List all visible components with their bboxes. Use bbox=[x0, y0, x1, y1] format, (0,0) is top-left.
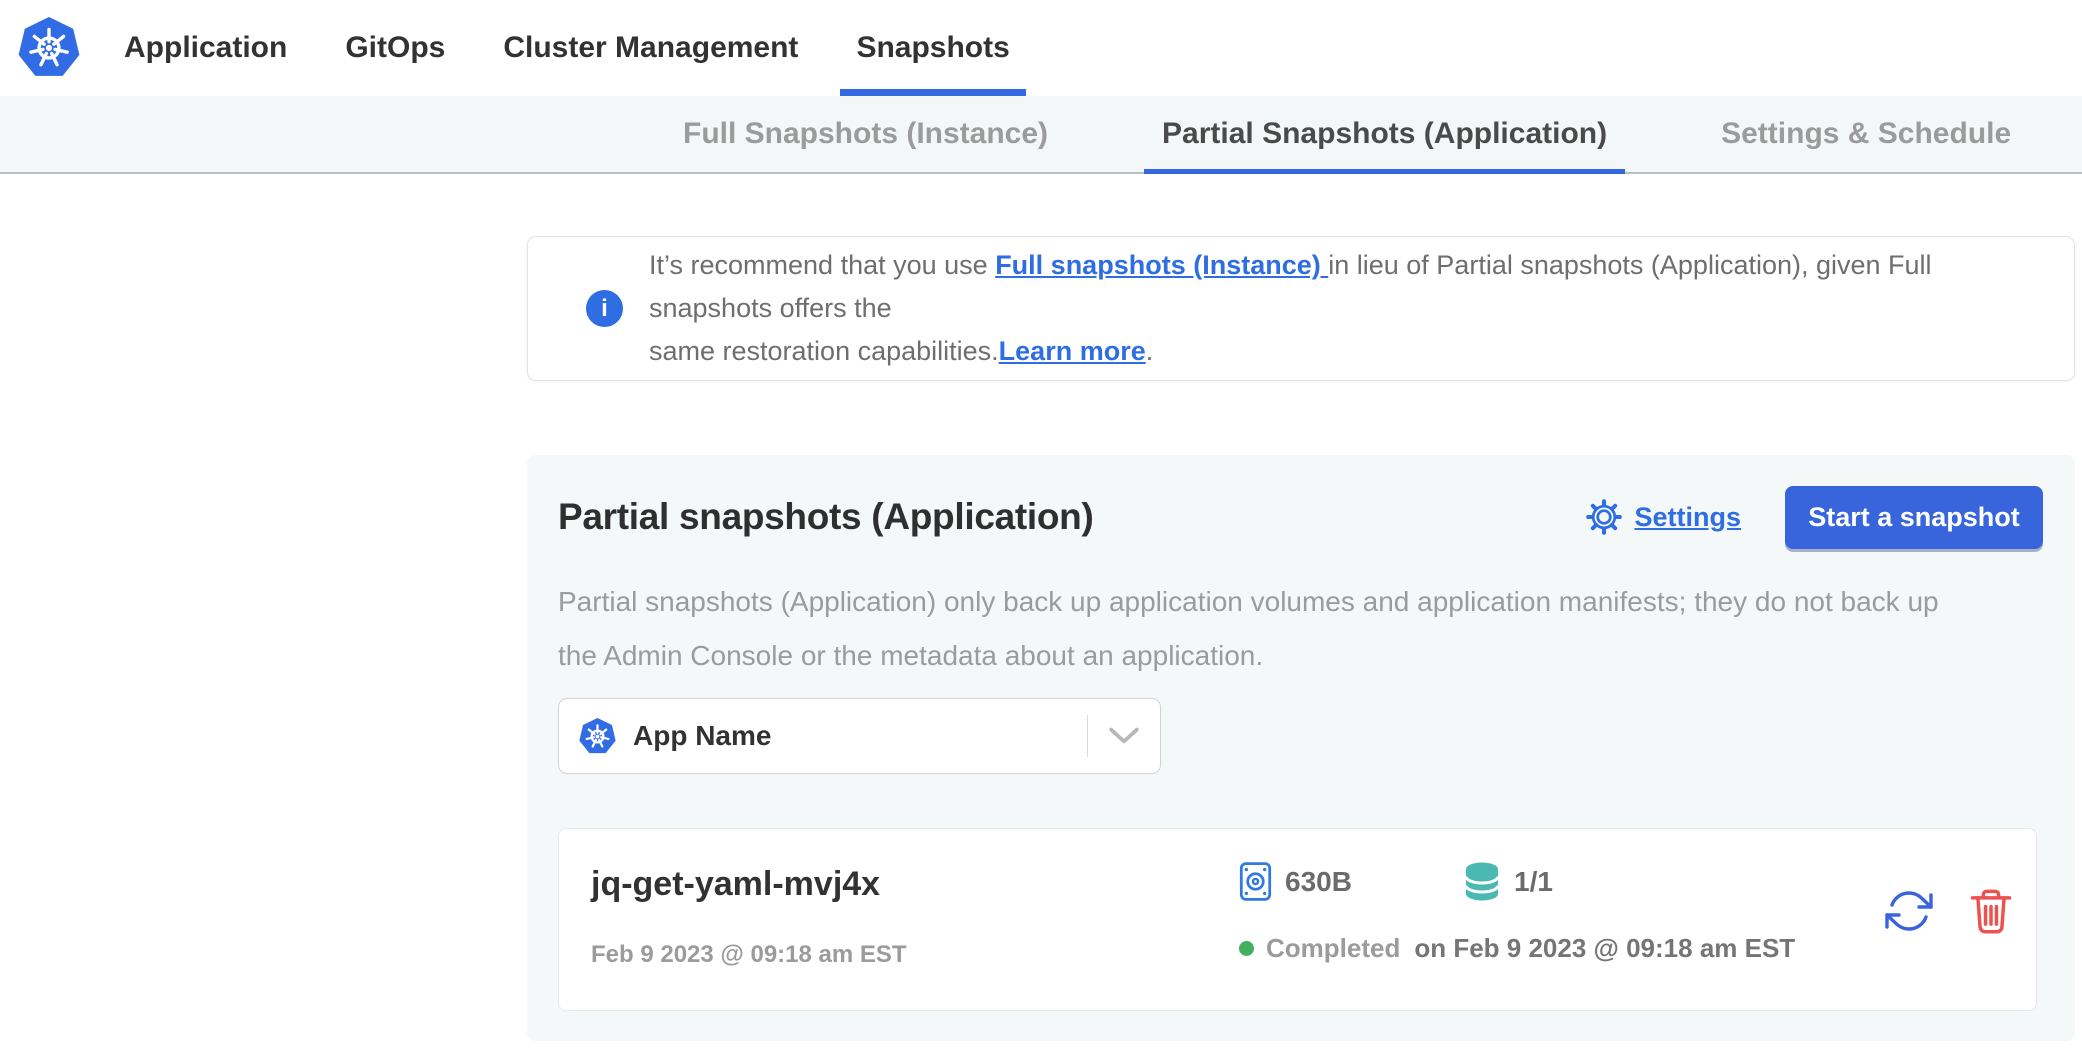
partial-snapshots-panel: Partial snapshots (Application) bbox=[527, 455, 2075, 1041]
snapshot-volumes-metric: 1/1 bbox=[1462, 861, 1553, 903]
nav-item-label: Cluster Management bbox=[503, 31, 798, 65]
delete-snapshot-button[interactable] bbox=[1967, 887, 2015, 935]
snapshots-page: Application GitOps Cluster Management Sn… bbox=[0, 0, 2082, 1056]
nav-item-gitops[interactable]: GitOps bbox=[329, 0, 461, 96]
panel-title: Partial snapshots (Application) bbox=[558, 496, 1094, 538]
panel-description-line: Partial snapshots (Application) only bac… bbox=[558, 575, 1939, 629]
app-name-select[interactable]: App Name bbox=[558, 698, 1161, 774]
banner-text-part: It’s recommend that you use bbox=[649, 250, 995, 280]
panel-description: Partial snapshots (Application) only bac… bbox=[558, 575, 1939, 683]
trash-icon bbox=[1969, 887, 2013, 935]
banner-text: It’s recommend that you use Full snapsho… bbox=[649, 244, 2034, 373]
snapshot-size-value: 630B bbox=[1285, 866, 1352, 898]
nav-item-application[interactable]: Application bbox=[108, 0, 303, 96]
status-timestamp: on Feb 9 2023 @ 09:18 am EST bbox=[1414, 933, 1795, 964]
kubernetes-app-icon bbox=[579, 717, 616, 756]
snapshot-name: jq-get-yaml-mvj4x bbox=[591, 865, 880, 904]
tab-label: Settings & Schedule bbox=[1721, 117, 2011, 151]
tab-full-snapshots-instance[interactable]: Full Snapshots (Instance) bbox=[665, 96, 1066, 172]
start-snapshot-button[interactable]: Start a snapshot bbox=[1785, 486, 2043, 549]
info-icon: i bbox=[586, 290, 623, 327]
snapshots-sub-nav: Full Snapshots (Instance) Partial Snapsh… bbox=[0, 96, 2082, 174]
status-label: Completed bbox=[1266, 933, 1400, 964]
kubernetes-logo-icon bbox=[18, 15, 80, 81]
snapshot-started-timestamp: Feb 9 2023 @ 09:18 am EST bbox=[591, 941, 907, 969]
nav-item-label: Application bbox=[124, 31, 287, 65]
recommendation-banner: i It’s recommend that you use Full snaps… bbox=[527, 236, 2075, 381]
snapshot-settings-link[interactable]: Settings bbox=[1586, 499, 1741, 535]
select-chevron-area[interactable] bbox=[1088, 727, 1160, 745]
banner-text-part: . bbox=[1146, 336, 1154, 366]
panel-description-line: the Admin Console or the metadata about … bbox=[558, 629, 1939, 683]
tab-label: Full Snapshots (Instance) bbox=[683, 117, 1048, 151]
nav-item-cluster-management[interactable]: Cluster Management bbox=[487, 0, 814, 96]
top-nav: Application GitOps Cluster Management Sn… bbox=[0, 0, 2082, 96]
nav-item-snapshots[interactable]: Snapshots bbox=[840, 0, 1025, 96]
restore-icon bbox=[1885, 887, 1933, 935]
restore-snapshot-button[interactable] bbox=[1885, 887, 1933, 935]
full-snapshots-instance-link[interactable]: Full snapshots (Instance) bbox=[995, 250, 1328, 280]
banner-text-part: same restoration capabilities. bbox=[649, 336, 999, 366]
snapshot-size-metric: 630B bbox=[1239, 861, 1352, 902]
chevron-down-icon bbox=[1109, 727, 1139, 745]
disk-size-icon bbox=[1239, 861, 1272, 902]
status-dot-icon bbox=[1239, 941, 1254, 956]
tab-settings-schedule[interactable]: Settings & Schedule bbox=[1703, 96, 2029, 172]
snapshot-row: jq-get-yaml-mvj4x Feb 9 2023 @ 09:18 am … bbox=[558, 828, 2037, 1011]
panel-header: Partial snapshots (Application) bbox=[558, 485, 2043, 549]
top-nav-items: Application GitOps Cluster Management Sn… bbox=[108, 0, 1026, 96]
snapshot-status: Completed on Feb 9 2023 @ 09:18 am EST bbox=[1239, 933, 1795, 964]
snapshot-volumes-value: 1/1 bbox=[1514, 866, 1553, 898]
settings-link-label: Settings bbox=[1634, 502, 1741, 533]
tab-label: Partial Snapshots (Application) bbox=[1162, 117, 1607, 151]
gear-icon bbox=[1586, 499, 1622, 535]
nav-item-label: Snapshots bbox=[856, 31, 1009, 65]
selected-app-name: App Name bbox=[633, 720, 771, 752]
nav-active-indicator bbox=[840, 89, 1025, 96]
tab-active-indicator bbox=[1144, 169, 1625, 174]
tab-partial-snapshots-application[interactable]: Partial Snapshots (Application) bbox=[1144, 96, 1625, 172]
learn-more-link[interactable]: Learn more bbox=[999, 336, 1146, 366]
volumes-icon bbox=[1462, 861, 1502, 903]
nav-item-label: GitOps bbox=[345, 31, 445, 65]
